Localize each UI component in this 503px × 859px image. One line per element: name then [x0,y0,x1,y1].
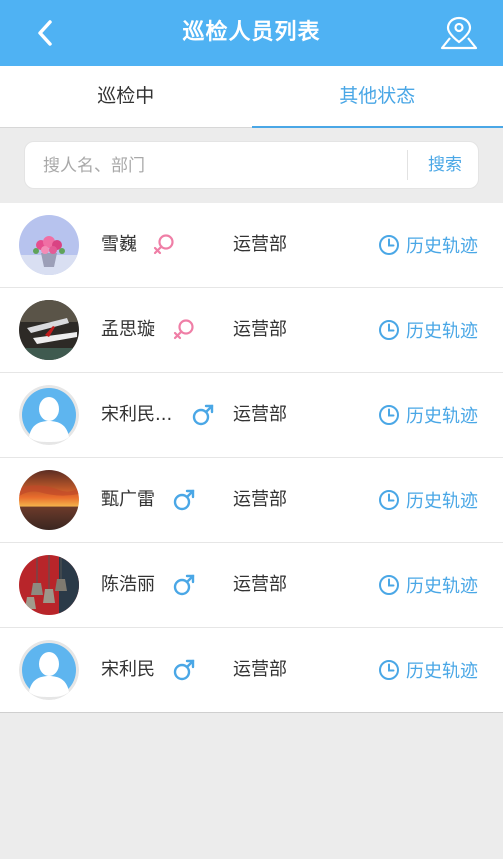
list-item[interactable]: 雪巍 运营部 历史轨迹 [0,203,503,288]
department: 运营部 [233,404,287,425]
search-input[interactable] [41,142,405,190]
location-button[interactable] [439,13,479,53]
list-item[interactable]: 宋利民... 运营部 历史轨迹 [0,373,503,458]
department: 运营部 [233,489,287,510]
history-track-link[interactable]: 历史轨迹 [378,543,478,627]
history-track-link[interactable]: 历史轨迹 [378,628,478,712]
search-divider [407,150,408,180]
clock-icon [379,235,399,255]
history-track-label: 历史轨迹 [406,236,478,257]
avatar [19,640,79,700]
avatar [19,470,79,530]
search-bar: 搜索 [24,141,479,190]
department: 运营部 [233,574,287,595]
top-nav-bar: 巡检人员列表 [0,0,503,66]
list-item[interactable]: 甄广雷 运营部 历史轨迹 [0,458,503,543]
clock-icon [379,320,399,340]
history-track-label: 历史轨迹 [406,321,478,342]
person-name: 宋利民 [101,659,155,680]
person-name: 陈浩丽 [101,574,155,595]
list-item[interactable]: 孟思璇 运营部 历史轨迹 [0,288,503,373]
person-name: 孟思璇 [101,319,155,340]
list-item[interactable]: 陈浩丽 运营部 历史轨迹 [0,543,503,628]
male-icon [173,574,195,596]
avatar [19,215,79,275]
clock-icon [379,405,399,425]
person-name: 甄广雷 [101,489,155,510]
history-track-link[interactable]: 历史轨迹 [378,203,478,287]
avatar [19,385,79,445]
department: 运营部 [233,319,287,340]
male-icon [192,404,214,426]
clock-icon [379,660,399,680]
location-person-icon [440,16,478,50]
female-icon [173,319,194,340]
person-name: 宋利民... [101,404,173,425]
male-icon [173,489,195,511]
male-icon [173,659,195,681]
page-title: 巡检人员列表 [182,20,321,45]
avatar [19,555,79,615]
clock-icon [379,575,399,595]
female-icon [153,234,174,255]
history-track-link[interactable]: 历史轨迹 [378,288,478,372]
personnel-list: 雪巍 运营部 历史轨迹 孟思璇 运营部 历史轨迹 宋利民... 运营部 历史轨迹… [0,203,503,713]
department: 运营部 [233,659,287,680]
avatar [19,300,79,360]
status-tabs: 巡检中 其他状态 [0,66,503,128]
history-track-label: 历史轨迹 [406,406,478,427]
tab-patrolling[interactable]: 巡检中 [0,66,252,127]
list-item[interactable]: 宋利民 运营部 历史轨迹 [0,628,503,712]
history-track-label: 历史轨迹 [406,576,478,597]
department: 运营部 [233,234,287,255]
clock-icon [379,490,399,510]
search-button[interactable]: 搜索 [411,142,479,188]
history-track-link[interactable]: 历史轨迹 [378,373,478,457]
history-track-label: 历史轨迹 [406,661,478,682]
history-track-link[interactable]: 历史轨迹 [378,458,478,542]
tab-other-status[interactable]: 其他状态 [251,66,503,128]
history-track-label: 历史轨迹 [406,491,478,512]
